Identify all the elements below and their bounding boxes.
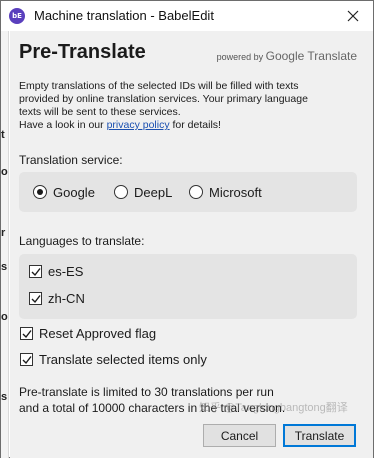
checkbox-checked[interactable] [29,292,42,305]
dialog-header: Pre-Translate powered by Google Translat… [10,31,366,73]
close-icon [347,10,359,22]
intro-line-suffix: for details! [169,119,221,131]
google-translate-logo-text: Google Translate [265,49,357,63]
radio-deepl[interactable]: DeepL [114,172,172,212]
window-title: Machine translation - BabelEdit [34,8,214,23]
languages-group: es-ES zh-CN [19,254,357,319]
intro-line: Empty translations of the selected IDs w… [19,80,299,92]
intro-line-prefix: Have a look in our [19,119,107,131]
checkmark-icon [22,356,32,365]
dialog-window: bE Machine translation - BabelEdit t o r… [0,0,374,458]
translation-service-label: Translation service: [19,153,123,167]
language-label: zh-CN [48,291,85,306]
checkmark-icon [22,330,32,339]
language-checkbox-es-es[interactable]: es-ES [29,264,83,279]
background-text-fragment: t [1,129,5,141]
reset-approved-checkbox[interactable]: Reset Approved flag [20,326,156,341]
intro-line: provided by online translation services.… [19,93,308,105]
reset-approved-label: Reset Approved flag [39,326,157,341]
checkbox-checked[interactable] [20,327,33,340]
translate-selected-checkbox[interactable]: Translate selected items only [20,352,207,367]
checkbox-checked[interactable] [29,265,42,278]
language-label: es-ES [48,264,84,279]
intro-text: Empty translations of the selected IDs w… [19,80,349,132]
translate-button[interactable]: Translate [283,424,356,447]
background-text-fragment: o [1,166,8,178]
powered-by-google-translate: powered by Google Translate [217,49,357,63]
radio-label: Microsoft [209,184,262,200]
translate-selected-label: Translate selected items only [39,352,207,367]
radio-google[interactable]: Google [33,172,95,212]
babeledit-app-icon: bE [9,8,25,24]
checkmark-icon [31,295,41,304]
checkbox-checked[interactable] [20,353,33,366]
note-line: and a total of 10000 characters in the t… [19,401,286,415]
background-app-strip: t o r s o s [1,31,9,458]
radio-label: Google [53,184,95,200]
languages-label: Languages to translate: [19,234,145,248]
language-checkbox-zh-cn[interactable]: zh-CN [29,291,85,306]
privacy-policy-link[interactable]: privacy policy [107,119,170,131]
intro-line: Have a look in our privacy policy for de… [19,119,349,132]
radio-microsoft[interactable]: Microsoft [189,172,262,212]
close-button[interactable] [333,1,373,31]
cancel-button[interactable]: Cancel [203,424,276,447]
translation-service-group: Google DeepL Microsoft [19,172,357,212]
powered-by-prefix: powered by [216,52,266,62]
page-title: Pre-Translate [19,41,146,63]
radio-button-selected[interactable] [33,185,47,199]
radio-label: DeepL [134,184,173,200]
background-text-fragment: s [1,261,8,273]
background-text-fragment: s [1,391,8,403]
radio-button[interactable] [114,185,128,199]
dialog-body: Pre-Translate powered by Google Translat… [10,31,373,458]
background-text-fragment: o [1,311,8,323]
trial-limit-note: Pre-translate is limited to 30 translati… [19,384,359,416]
note-line: Pre-translate is limited to 30 translati… [19,385,274,399]
background-text-fragment: r [1,227,6,239]
radio-button[interactable] [189,185,203,199]
checkmark-icon [31,268,41,277]
intro-line: texts will be sent to these services. [19,106,181,118]
title-bar[interactable]: bE Machine translation - BabelEdit [1,1,373,31]
